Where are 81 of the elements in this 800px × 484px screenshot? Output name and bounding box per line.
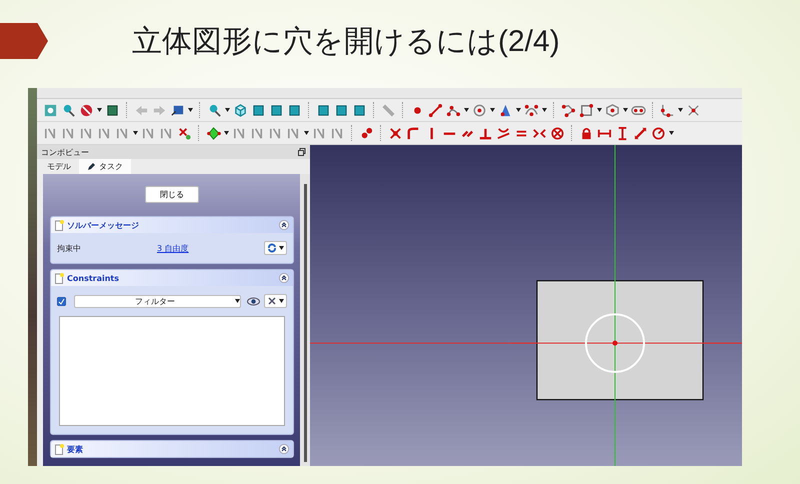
dropdown-arrow-icon[interactable] (97, 108, 102, 112)
dropdown-arrow-icon[interactable] (279, 299, 284, 303)
dropdown-arrow-icon[interactable] (516, 108, 521, 112)
polygon-icon[interactable] (605, 102, 620, 118)
dropdown-arrow-icon[interactable] (225, 108, 230, 112)
face-icon[interactable] (206, 126, 221, 140)
rectangle-shape[interactable] (536, 280, 704, 400)
dropdown-arrow-icon[interactable] (279, 246, 284, 250)
zoom-icon[interactable] (207, 102, 222, 118)
dropdown-arrow-icon[interactable] (542, 108, 547, 112)
dropdown-arrow-icon[interactable] (188, 108, 193, 112)
dropdown-arrow-icon[interactable] (669, 131, 674, 135)
filter-text: フィルター (134, 296, 176, 306)
on-object-icon[interactable] (406, 126, 421, 140)
sketch-tool-icon[interactable] (268, 126, 283, 140)
document-icon (55, 272, 64, 284)
polyline-icon[interactable] (561, 102, 576, 118)
slide-marker (0, 23, 48, 59)
settings-button[interactable] (264, 294, 287, 308)
dropdown-arrow-icon[interactable] (133, 131, 138, 135)
filter-dropdown[interactable]: フィルター (74, 294, 241, 308)
conic-icon[interactable] (498, 102, 513, 118)
tab[interactable]: モデル (39, 159, 79, 174)
collapse-icon[interactable] (279, 220, 289, 230)
dropdown-arrow-icon[interactable] (464, 108, 469, 112)
sketch-tool-icon[interactable] (43, 126, 58, 140)
document-icon (55, 220, 64, 230)
coincident-icon[interactable] (388, 126, 403, 140)
status-text: 拘束中 (57, 242, 82, 254)
pencil-icon (87, 162, 96, 171)
scrollbar[interactable] (300, 174, 310, 466)
dropdown-arrow-icon[interactable] (678, 108, 683, 112)
3d-viewport[interactable] (310, 145, 742, 466)
dropdown-arrow-icon[interactable] (224, 131, 229, 135)
panel-title: Constraints (67, 274, 120, 282)
tab[interactable]: タスク (79, 159, 131, 174)
dof-link[interactable]: 3 自由度 (157, 242, 264, 254)
box-icon[interactable] (105, 102, 120, 118)
sketch-tool-icon[interactable] (250, 126, 265, 140)
cube-icon[interactable] (316, 102, 331, 118)
update-button[interactable] (264, 241, 287, 255)
zoom-icon[interactable] (61, 102, 76, 118)
eye-icon[interactable] (247, 296, 260, 306)
fillet-icon[interactable] (660, 102, 675, 118)
cube-icon[interactable] (251, 102, 266, 118)
dropdown-arrow-icon[interactable] (235, 299, 240, 303)
cube-icon[interactable] (269, 102, 284, 118)
sketch-tool-icon[interactable] (97, 126, 112, 140)
dropdown-arrow-icon[interactable] (623, 108, 628, 112)
origin-point[interactable] (612, 340, 618, 346)
float-icon[interactable] (298, 148, 306, 156)
cube-icon[interactable] (334, 102, 349, 118)
sketch-tool-icon[interactable] (61, 126, 76, 140)
cube-icon[interactable] (352, 102, 367, 118)
sketch-tool-icon[interactable] (330, 126, 345, 140)
trim-icon[interactable] (686, 102, 701, 118)
refresh-icon (267, 243, 277, 253)
dropdown-arrow-icon[interactable] (597, 108, 602, 112)
checkbox[interactable] (57, 296, 66, 306)
dropdown-arrow-icon[interactable] (304, 131, 309, 135)
collapse-icon[interactable] (279, 444, 289, 454)
collapse-icon[interactable] (279, 273, 289, 283)
sketch-tool-icon[interactable] (159, 126, 174, 140)
close-button[interactable]: 閉じる (145, 186, 199, 203)
dropdown-arrow-icon[interactable] (490, 108, 495, 112)
slide-title: 立体図形に穴を開けるには(2/4) (132, 24, 560, 60)
block-icon[interactable] (550, 126, 565, 140)
dist-icon[interactable] (633, 126, 648, 140)
document-icon (55, 444, 64, 454)
cross-icon (267, 296, 277, 306)
panel-title: 要素 (67, 444, 84, 454)
sketch-tool-icon[interactable] (79, 126, 94, 140)
bspline-icon[interactable] (524, 102, 539, 118)
tangent-icon[interactable] (496, 126, 511, 140)
panel-title: ソルバーメッセージ (67, 220, 140, 230)
line-icon[interactable] (428, 102, 443, 118)
rect-icon[interactable] (579, 102, 594, 118)
circle-icon[interactable] (472, 102, 487, 118)
radius-icon[interactable] (651, 126, 666, 140)
cube-icon[interactable] (287, 102, 302, 118)
panel-title: コンボビュー (41, 146, 89, 158)
